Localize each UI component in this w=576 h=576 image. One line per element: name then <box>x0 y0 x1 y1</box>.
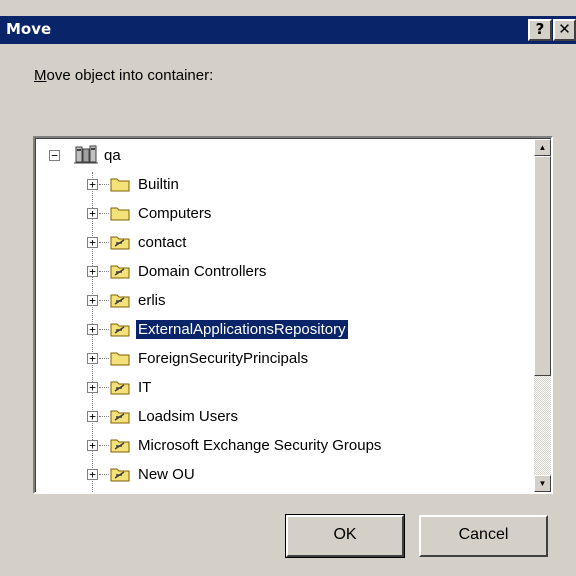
tree-item-it[interactable]: + IT <box>36 375 516 403</box>
ou-folder-icon <box>110 468 130 482</box>
expand-icon[interactable]: + <box>87 179 98 190</box>
tree-line <box>99 445 109 446</box>
tree-item-new-ou[interactable]: + New OU <box>36 462 516 490</box>
folder-icon <box>110 178 130 192</box>
expand-icon[interactable]: + <box>87 295 98 306</box>
tree-item-erlis[interactable]: + erlis <box>36 288 516 316</box>
vertical-scrollbar[interactable]: ▲ ▼ <box>534 139 551 492</box>
tree-root-row[interactable]: − qa <box>36 143 516 171</box>
expand-icon[interactable]: + <box>87 266 98 277</box>
help-button[interactable]: ? <box>528 19 552 41</box>
folder-icon <box>110 352 130 366</box>
collapse-icon[interactable]: − <box>49 150 60 161</box>
tree-item-label[interactable]: erlis <box>136 291 168 310</box>
window-title: Move <box>6 20 52 38</box>
tree-viewport: − qa + Builtin + Computers + contact + D… <box>35 138 551 492</box>
tree-line <box>99 213 109 214</box>
ok-button[interactable]: OK <box>285 514 405 558</box>
cancel-button[interactable]: Cancel <box>419 515 548 557</box>
tree-item-computers[interactable]: + Computers <box>36 201 516 229</box>
container-tree[interactable]: − qa + Builtin + Computers + contact + D… <box>33 136 553 494</box>
ou-folder-icon <box>110 410 130 424</box>
tree-item-label[interactable]: Builtin <box>136 175 181 194</box>
expand-icon[interactable]: + <box>87 353 98 364</box>
scroll-up-button[interactable]: ▲ <box>534 139 551 156</box>
tree-item-microsoft-exchange-security-groups[interactable]: + Microsoft Exchange Security Groups <box>36 433 516 461</box>
expand-icon[interactable]: + <box>87 237 98 248</box>
ou-folder-icon <box>110 265 130 279</box>
tree-root-label[interactable]: qa <box>102 146 123 165</box>
tree-line <box>99 358 109 359</box>
move-dialog: Move ? ✕ Move object into container: − q… <box>0 0 576 576</box>
expand-icon[interactable]: + <box>87 382 98 393</box>
tree-line <box>99 474 109 475</box>
tree-item-externalapplicationsrepository[interactable]: + ExternalApplicationsRepository <box>36 317 516 345</box>
instruction-text: ove object into container: <box>46 67 214 84</box>
tree-item-label[interactable]: IT <box>136 378 153 397</box>
tree-item-contact[interactable]: + contact <box>36 230 516 258</box>
tree-line <box>99 300 109 301</box>
expand-icon[interactable]: + <box>87 469 98 480</box>
tree-line <box>99 184 109 185</box>
expand-icon[interactable]: + <box>87 324 98 335</box>
title-bar[interactable]: Move ? ✕ <box>0 16 576 44</box>
ou-folder-icon <box>110 236 130 250</box>
close-button[interactable]: ✕ <box>553 19 576 41</box>
tree-item-partial[interactable] <box>36 489 516 494</box>
tree-line <box>99 416 109 417</box>
tree-item-label[interactable]: Computers <box>136 204 213 223</box>
ou-folder-icon <box>110 381 130 395</box>
tree-item-loadsim-users[interactable]: + Loadsim Users <box>36 404 516 432</box>
tree-item-label-selected[interactable]: ExternalApplicationsRepository <box>135 319 349 340</box>
tree-line <box>99 329 109 330</box>
tree-item-domain-controllers[interactable]: + Domain Controllers <box>36 259 516 287</box>
tree-line <box>99 242 109 243</box>
tree-item-label[interactable]: ForeignSecurityPrincipals <box>136 349 310 368</box>
expand-icon[interactable]: + <box>87 440 98 451</box>
tree-item-foreignsecurityprincipals[interactable]: + ForeignSecurityPrincipals <box>36 346 516 374</box>
instruction-label: Move object into container: <box>34 67 213 84</box>
scroll-thumb[interactable] <box>534 156 551 376</box>
tree-item-label[interactable]: Domain Controllers <box>136 262 268 281</box>
instruction-accelerator: M <box>34 67 47 84</box>
tree-item-label[interactable]: Microsoft Exchange Security Groups <box>136 436 383 455</box>
tree-item-builtin[interactable]: + Builtin <box>36 172 516 200</box>
ou-folder-icon <box>110 323 130 337</box>
folder-icon <box>110 207 130 221</box>
tree-item-label[interactable]: Loadsim Users <box>136 407 240 426</box>
scroll-down-button[interactable]: ▼ <box>534 475 551 492</box>
ou-folder-icon <box>110 294 130 308</box>
domain-icon <box>74 145 98 164</box>
tree-line <box>99 387 109 388</box>
ou-folder-icon <box>110 493 130 494</box>
tree-line <box>99 271 109 272</box>
tree-item-label[interactable]: New OU <box>136 465 197 484</box>
ou-folder-icon <box>110 439 130 453</box>
expand-icon[interactable]: + <box>87 208 98 219</box>
expand-icon[interactable]: + <box>87 411 98 422</box>
tree-item-label[interactable]: contact <box>136 233 188 252</box>
